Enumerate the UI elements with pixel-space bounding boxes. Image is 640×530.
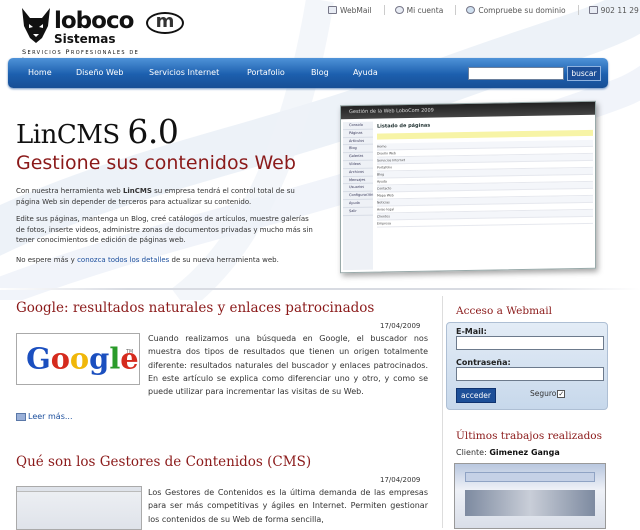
cms-thumbnail-image bbox=[16, 486, 142, 530]
wolf-logo-icon bbox=[22, 8, 50, 43]
webmail-link-label: WebMail bbox=[340, 5, 372, 15]
hero-version: 6.0 bbox=[127, 112, 179, 151]
domain-check-link[interactable]: Compruebe su dominio bbox=[466, 5, 566, 15]
client-name: Gimenez Ganga bbox=[489, 448, 560, 457]
post-excerpt-part1: Cuando realizamos una búsqueda en Google… bbox=[148, 334, 428, 397]
screenshot-titlebar: Gestión de la Web LoboCom 2009 bbox=[341, 101, 595, 120]
read-more-label: Leer más... bbox=[28, 412, 73, 421]
hero-title: LinCMS 6.0 bbox=[16, 112, 179, 151]
site-logo[interactable]: loboco m Sistemas Servicios Profesionale… bbox=[18, 6, 184, 64]
webmail-link[interactable]: WebMail bbox=[328, 5, 372, 15]
webmail-box-title: Acceso a Webmail bbox=[456, 305, 553, 317]
post-title[interactable]: Qué son los Gestores de Contenidos (CMS) bbox=[16, 454, 311, 470]
google-logo-image: Google TM bbox=[16, 333, 140, 385]
top-link-divider bbox=[455, 5, 457, 15]
search-input[interactable] bbox=[468, 67, 564, 80]
phone-number: 902 11 29 27 bbox=[588, 5, 640, 15]
client-prefix: Cliente: bbox=[456, 448, 490, 457]
logo-subtitle: Sistemas bbox=[54, 32, 116, 46]
nav-item-portfolio[interactable]: Portafolio bbox=[247, 68, 285, 77]
hero-p3-text: No espere más y bbox=[16, 256, 78, 264]
post-date: 17/04/2009 bbox=[380, 476, 421, 484]
account-link[interactable]: Mi cuenta bbox=[394, 5, 444, 15]
logo-wordmark: loboco bbox=[54, 8, 134, 34]
screenshot-menu: Consola Páginas Artículos Blog Galerías Vídeo… bbox=[343, 121, 373, 271]
hero-paragraph-3: No espere más y conozca todos los detall… bbox=[16, 255, 316, 266]
screenshot-heading: Listado de páginas bbox=[377, 122, 431, 130]
nav-item-home[interactable]: Home bbox=[28, 68, 52, 77]
sidebar-divider bbox=[442, 296, 443, 528]
account-link-label: Mi cuenta bbox=[406, 5, 444, 15]
logo-m-mark: m bbox=[146, 12, 184, 34]
hero-p1-text: Con nuestra herramienta web bbox=[16, 187, 123, 195]
secure-label: Seguro bbox=[530, 389, 557, 398]
nav-item-web-design[interactable]: Diseño Web bbox=[76, 68, 123, 77]
nav-item-internet-services[interactable]: Servicios Internet bbox=[149, 68, 219, 77]
post-excerpt: Los Gestores de Contenidos es la última … bbox=[148, 488, 428, 524]
portfolio-thumbnail[interactable] bbox=[454, 463, 606, 529]
post-title[interactable]: Google: resultados naturales y enlaces p… bbox=[16, 300, 374, 316]
globe-icon bbox=[466, 6, 476, 14]
thumbnail-header-bar bbox=[465, 472, 595, 482]
login-button[interactable]: acceder bbox=[456, 388, 496, 403]
top-link-divider bbox=[577, 5, 579, 15]
post-date: 17/04/2009 bbox=[380, 322, 421, 330]
svg-text:TM: TM bbox=[125, 349, 133, 355]
read-more-link[interactable]: Leer más... bbox=[16, 412, 72, 421]
user-icon bbox=[394, 6, 404, 14]
domain-check-label: Compruebe su dominio bbox=[478, 5, 566, 15]
details-link[interactable]: conozca todos los detalles bbox=[77, 256, 169, 264]
search-button[interactable]: buscar bbox=[567, 66, 601, 81]
nav-item-help[interactable]: Ayuda bbox=[353, 68, 378, 77]
client-line: Cliente: Gimenez Ganga bbox=[456, 448, 560, 457]
mail-icon bbox=[328, 6, 337, 14]
svg-text:Google: Google bbox=[26, 342, 139, 376]
screenshot-menu-item: Salir bbox=[343, 207, 373, 216]
thumbnail-toolbar bbox=[17, 487, 141, 492]
screenshot-main: Listado de páginas Home Diseño Web Servici… bbox=[377, 120, 593, 270]
section-divider bbox=[0, 288, 640, 290]
password-label: Contraseña: bbox=[456, 358, 511, 367]
email-label: E-Mail: bbox=[456, 327, 487, 336]
hero-paragraph-1: Con nuestra herramienta web LinCMS su em… bbox=[16, 186, 316, 207]
top-links: WebMail Mi cuenta Compruebe su dominio 9… bbox=[328, 5, 640, 15]
phone-number-label: 902 11 29 27 bbox=[600, 5, 640, 15]
hero-subtitle: Gestione sus contenidos Web bbox=[16, 152, 296, 174]
google-logo-icon: Google TM bbox=[26, 342, 139, 376]
hero-paragraph-2: Edite sus páginas, mantenga un Blog, cre… bbox=[16, 215, 313, 244]
works-title: Últimos trabajos realizados bbox=[456, 430, 603, 442]
secure-option: Seguro ✓ bbox=[530, 389, 566, 398]
top-link-divider bbox=[383, 5, 385, 15]
secure-checkbox[interactable]: ✓ bbox=[557, 389, 566, 398]
password-field[interactable] bbox=[456, 367, 604, 381]
hero-product-name: LinCMS bbox=[16, 120, 120, 150]
document-icon bbox=[16, 412, 26, 421]
hero-p1-bold: LinCMS bbox=[122, 187, 152, 195]
screenshot-notice bbox=[377, 129, 593, 140]
phone-icon bbox=[588, 6, 598, 14]
screenshot-rows: Home Diseño Web Servicios Internet Portafol… bbox=[377, 139, 593, 228]
nav-item-blog[interactable]: Blog bbox=[311, 68, 329, 77]
cms-screenshot: Gestión de la Web LoboCom 2009 Consola Pá… bbox=[340, 100, 596, 274]
hero-p3-text-end: de su nueva herramienta web. bbox=[169, 256, 279, 264]
email-field[interactable] bbox=[456, 336, 604, 350]
thumbnail-banner bbox=[465, 490, 595, 516]
